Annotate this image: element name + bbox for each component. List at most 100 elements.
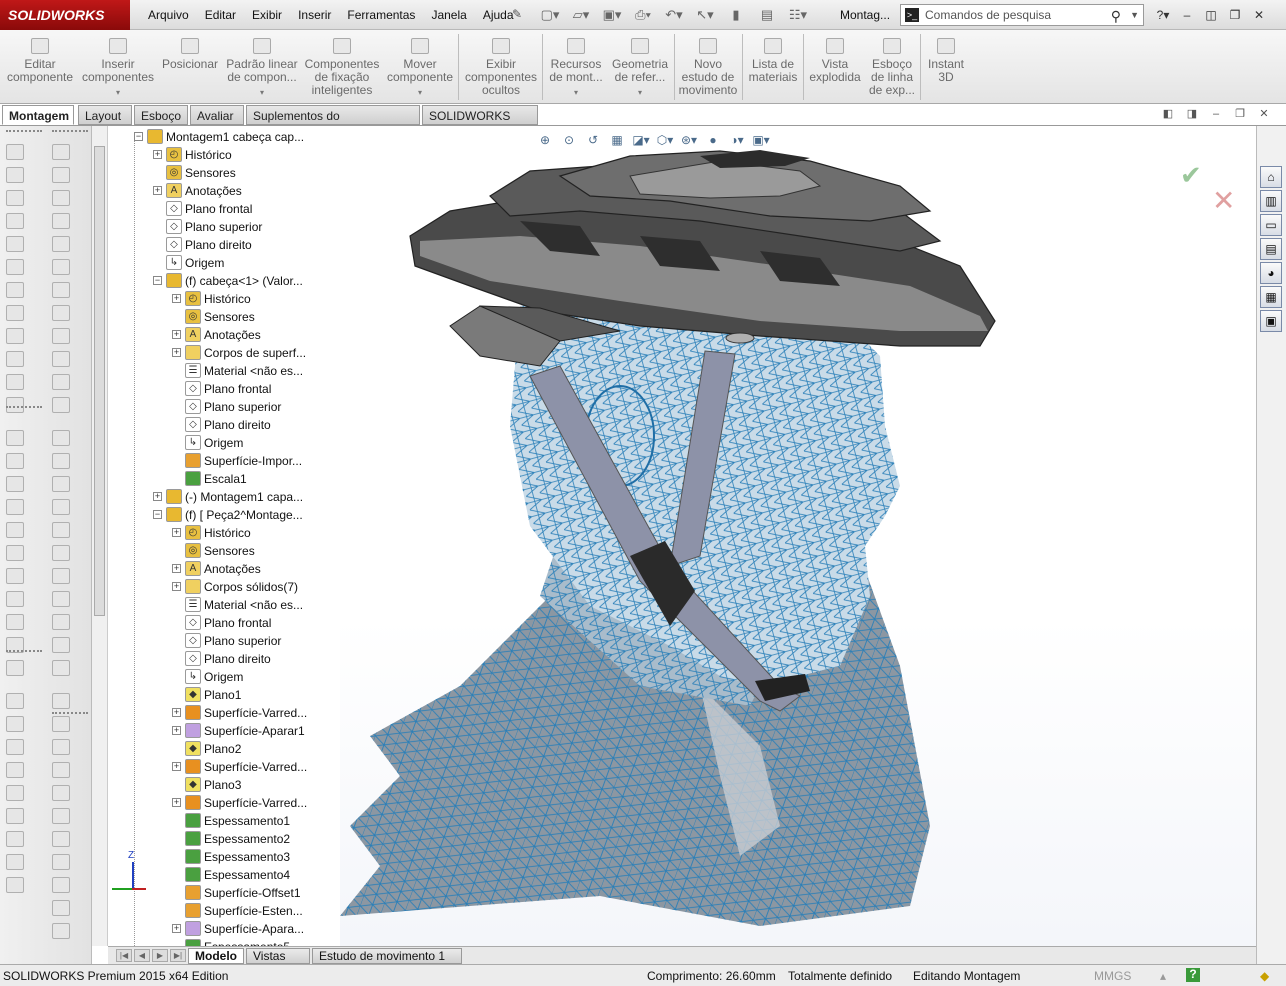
toolbar-grip[interactable]	[52, 130, 88, 132]
save-icon[interactable]: ▣▾	[598, 4, 626, 26]
tree-node[interactable]: + A Anotações	[108, 560, 340, 578]
collapse-icon[interactable]: −	[153, 276, 162, 285]
toolbar-grip[interactable]	[6, 650, 42, 652]
menu-editar[interactable]: Editar	[197, 0, 244, 30]
tab-vistas-3d[interactable]: Vistas 3D	[246, 948, 310, 978]
tree-node[interactable]: + Corpos sólidos(7)	[108, 578, 340, 596]
toolbar-tool-icon[interactable]	[52, 213, 70, 229]
viewport-close-icon[interactable]: ✕	[1256, 107, 1272, 121]
tree-node[interactable]: ◇ Plano frontal	[108, 380, 340, 398]
tree-node[interactable]: − (f) [ Peça2^Montage...	[108, 506, 340, 524]
restore-icon[interactable]: ◫	[1200, 4, 1222, 26]
expand-icon[interactable]: +	[172, 294, 181, 303]
tree-node[interactable]: ◇ Plano frontal	[108, 200, 340, 218]
design-library-icon[interactable]: ▥	[1260, 190, 1282, 212]
expand-icon[interactable]: +	[172, 528, 181, 537]
toolbar-tool-icon[interactable]	[6, 351, 24, 367]
tree-node[interactable]: ↳ Origem	[108, 668, 340, 686]
tree-node[interactable]: + Superfície-Apara...	[108, 920, 340, 938]
bill-of-materials-button[interactable]: Lista de materiais	[744, 30, 802, 104]
print-icon[interactable]: ⎙▾	[629, 4, 657, 26]
toolbar-tool-icon[interactable]	[6, 854, 24, 870]
hide-show-items-icon[interactable]: ⊛▾	[680, 132, 698, 148]
tree-node[interactable]: Espessamento5	[108, 938, 340, 946]
edit-appearance-icon[interactable]: ●	[704, 132, 722, 148]
tree-node[interactable]: ◇ Plano frontal	[108, 614, 340, 632]
toolbar-tool-icon[interactable]	[52, 739, 70, 755]
toolbar-tool-icon[interactable]	[6, 716, 24, 732]
rebuild-icon[interactable]: ▮	[722, 4, 750, 26]
toolbar-tool-icon[interactable]	[6, 614, 24, 630]
last-tab-icon[interactable]: ▶|	[170, 949, 186, 962]
tree-node[interactable]: + ◴ Histórico	[108, 524, 340, 542]
toolbar-tool-icon[interactable]	[52, 236, 70, 252]
new-motion-study-button[interactable]: Novo estudo de movimento	[676, 30, 740, 104]
menu-inserir[interactable]: Inserir	[290, 0, 339, 30]
expand-icon[interactable]: +	[153, 492, 162, 501]
search-dropdown-icon[interactable]: ▼	[1130, 5, 1139, 25]
toolbar-tool-icon[interactable]	[6, 545, 24, 561]
expand-icon[interactable]: +	[172, 924, 181, 933]
toolbar-tool-icon[interactable]	[6, 397, 24, 413]
tree-node[interactable]: ↳ Origem	[108, 434, 340, 452]
expand-icon[interactable]: +	[153, 186, 162, 195]
tree-node[interactable]: + ◴ Histórico	[108, 146, 340, 164]
zoom-to-fit-icon[interactable]: ⊕	[536, 132, 554, 148]
tree-scrollbar[interactable]	[92, 126, 108, 946]
toolbar-tool-icon[interactable]	[6, 522, 24, 538]
insert-components-button[interactable]: Inserir componentes ▾	[80, 30, 156, 104]
toolbar-tool-icon[interactable]	[52, 522, 70, 538]
instant-3d-button[interactable]: Instant 3D	[922, 30, 970, 104]
tree-node[interactable]: ◎ Sensores	[108, 308, 340, 326]
view-palette-icon[interactable]: ▤	[1260, 238, 1282, 260]
toolbar-tool-icon[interactable]	[52, 637, 70, 653]
view-settings-icon[interactable]: ▣▾	[752, 132, 770, 148]
rebuild-status-icon[interactable]: ◆	[1260, 965, 1269, 986]
smart-fasteners-button[interactable]: Componentes de fixação inteligentes	[302, 30, 382, 104]
tree-node[interactable]: + Superfície-Varred...	[108, 794, 340, 812]
toolbar-tool-icon[interactable]	[6, 305, 24, 321]
solidworks-logo[interactable]: SOLIDWORKS	[0, 0, 130, 30]
tree-node[interactable]: Superfície-Impor...	[108, 452, 340, 470]
toolbar-tool-icon[interactable]	[52, 900, 70, 916]
tree-node[interactable]: + Superfície-Varred...	[108, 758, 340, 776]
open-icon[interactable]: ▱▾	[567, 4, 595, 26]
mate-button[interactable]: Posicionar	[158, 30, 222, 104]
toolbar-tool-icon[interactable]	[52, 374, 70, 390]
toolbar-tool-icon[interactable]	[6, 144, 24, 160]
tree-node[interactable]: ◆ Plano3	[108, 776, 340, 794]
previous-view-icon[interactable]: ↺	[584, 132, 602, 148]
display-style-icon[interactable]: ⬡▾	[656, 132, 674, 148]
tree-node[interactable]: + A Anotações	[108, 182, 340, 200]
select-icon[interactable]: ↖▾	[691, 4, 719, 26]
tree-node[interactable]: ◇ Plano superior	[108, 218, 340, 236]
toolbar-tool-icon[interactable]	[52, 282, 70, 298]
toolbar-grip[interactable]	[6, 130, 42, 132]
units-selector[interactable]: MMGS	[1094, 965, 1131, 986]
confirm-check-icon[interactable]: ✔	[1180, 160, 1202, 191]
toolbar-tool-icon[interactable]	[6, 476, 24, 492]
toolbar-tool-icon[interactable]	[52, 808, 70, 824]
expand-icon[interactable]: +	[172, 708, 181, 717]
tab-modelo[interactable]: Modelo	[188, 948, 244, 964]
toolbar-tool-icon[interactable]	[6, 374, 24, 390]
tab-montagem[interactable]: Montagem	[2, 105, 74, 125]
apply-scene-icon[interactable]: ◑▾	[728, 132, 746, 148]
assembly-features-button[interactable]: Recursos de mont... ▾	[546, 30, 606, 104]
toolbar-tool-icon[interactable]	[52, 430, 70, 446]
new-document-icon[interactable]: ▢▾	[536, 4, 564, 26]
scrollbar-thumb[interactable]	[94, 146, 105, 616]
undo-icon[interactable]: ↶▾	[660, 4, 688, 26]
linear-pattern-button[interactable]: Padrão linear de compon... ▾	[224, 30, 300, 104]
toolbar-tool-icon[interactable]	[6, 877, 24, 893]
edit-component-button[interactable]: Editar componente	[4, 30, 76, 104]
reference-geometry-button[interactable]: Geometria de refer... ▾	[608, 30, 672, 104]
toolbar-tool-icon[interactable]	[52, 568, 70, 584]
tree-node[interactable]: ☰ Material <não es...	[108, 362, 340, 380]
toolbar-tool-icon[interactable]	[52, 305, 70, 321]
expand-icon[interactable]: +	[172, 330, 181, 339]
tree-node[interactable]: ◆ Plano1	[108, 686, 340, 704]
toolbar-tool-icon[interactable]	[52, 716, 70, 732]
expand-icon[interactable]: +	[153, 150, 162, 159]
tree-node[interactable]: ◇ Plano superior	[108, 632, 340, 650]
